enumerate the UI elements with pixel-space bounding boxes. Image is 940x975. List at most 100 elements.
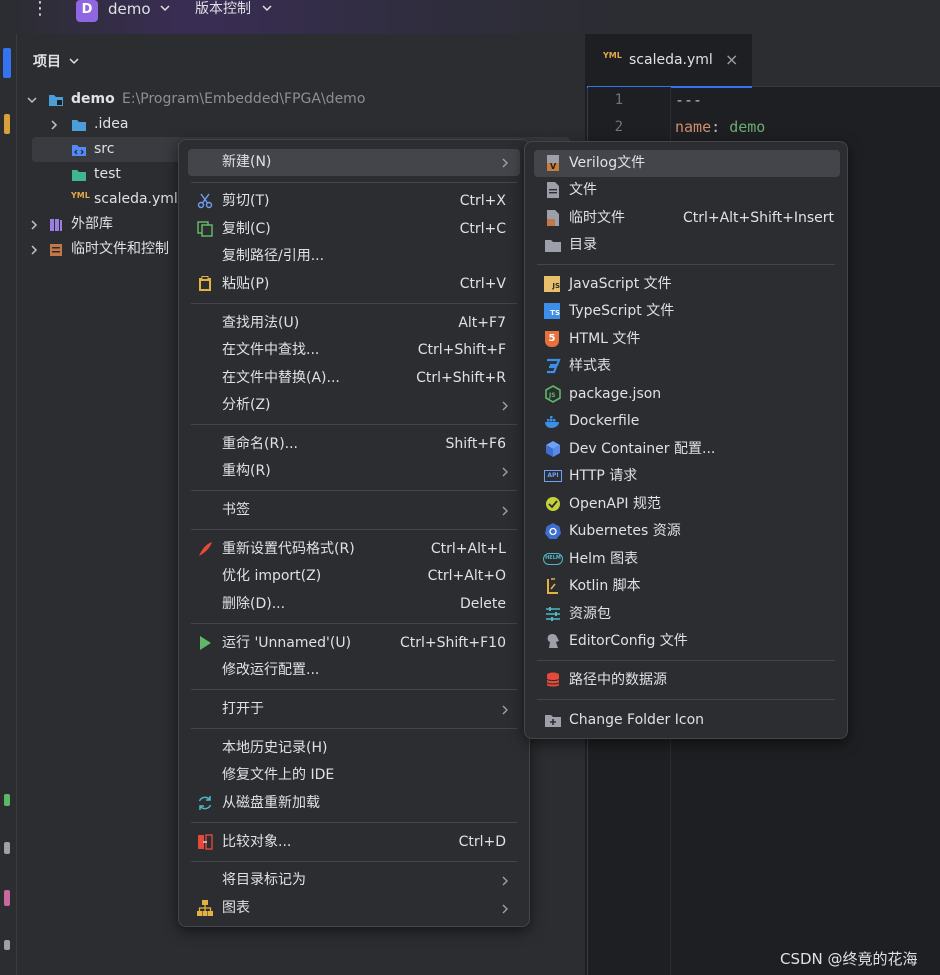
chevron-down-icon[interactable]: [68, 55, 80, 67]
submenu-item-package-json[interactable]: JS package.json: [534, 381, 840, 408]
project-name[interactable]: demo: [108, 0, 151, 20]
submenu-item-kubernetes[interactable]: Kubernetes 资源: [534, 518, 840, 545]
tree-label: 临时文件和控制: [71, 241, 169, 257]
submenu-item-stylesheet[interactable]: 样式表: [534, 353, 840, 380]
project-tool-icon[interactable]: [3, 48, 11, 78]
submenu-item-verilog-file[interactable]: V Verilog文件: [534, 150, 840, 177]
menu-item-local-history[interactable]: 本地历史记录(H): [188, 735, 520, 762]
chevron-down-icon[interactable]: [158, 1, 172, 15]
menu-separator: [191, 728, 517, 729]
submenu-item-resource-bundle[interactable]: 资源包: [534, 601, 840, 628]
submenu-item-change-folder-icon[interactable]: Change Folder Icon: [534, 707, 840, 734]
menu-separator: [191, 529, 517, 530]
project-badge-icon[interactable]: D: [76, 0, 98, 22]
chevron-down-icon[interactable]: [260, 1, 274, 15]
source-folder-icon: [72, 145, 86, 156]
main-menu-icon[interactable]: ⋮: [30, 0, 50, 22]
menu-item-bookmarks[interactable]: 书签: [188, 497, 520, 524]
submenu-item-html-file[interactable]: 5 HTML 文件: [534, 326, 840, 353]
code-line[interactable]: ---: [675, 91, 702, 109]
scratch-icon: [50, 244, 62, 256]
chevron-down-icon[interactable]: [26, 94, 38, 106]
menu-shortcut: Ctrl+V: [459, 276, 506, 292]
terminal-tool-icon[interactable]: [4, 842, 10, 854]
menu-label: 修复文件上的 IDE: [222, 767, 335, 783]
submenu-item-file[interactable]: 文件: [534, 177, 840, 204]
docker-icon: [545, 416, 559, 428]
panel-title[interactable]: 项目: [33, 51, 61, 71]
menu-label: Verilog文件: [569, 155, 646, 171]
menu-shortcut: Ctrl+C: [459, 221, 506, 237]
menu-item-copy[interactable]: 复制(C) Ctrl+C: [188, 216, 520, 243]
menu-item-diagrams[interactable]: 图表: [188, 895, 520, 922]
menu-item-paste[interactable]: 粘贴(P) Ctrl+V: [188, 271, 520, 298]
menu-item-mark-directory[interactable]: 将目录标记为: [188, 867, 520, 894]
menu-item-find-usages[interactable]: 查找用法(U) Alt+F7: [188, 310, 520, 337]
tree-label: src: [94, 141, 115, 157]
menu-label: Dev Container 配置...: [569, 441, 716, 457]
menu-item-replace-in-files[interactable]: 在文件中替换(A)... Ctrl+Shift+R: [188, 365, 520, 392]
submenu-item-dockerfile[interactable]: Dockerfile: [534, 408, 840, 435]
database-icon: [546, 672, 560, 687]
menu-item-reformat[interactable]: 重新设置代码格式(R) Ctrl+Alt+L: [188, 536, 520, 563]
menu-item-analyze[interactable]: 分析(Z): [188, 392, 520, 419]
folder-plus-icon: [545, 715, 561, 727]
menu-item-repair-ide[interactable]: 修复文件上的 IDE: [188, 762, 520, 789]
menu-item-reload-from-disk[interactable]: 从磁盘重新加载: [188, 790, 520, 817]
menu-label: OpenAPI 规范: [569, 496, 661, 512]
submenu-item-http-request[interactable]: API HTTP 请求: [534, 463, 840, 490]
menu-item-delete[interactable]: 删除(D)... Delete: [188, 591, 520, 618]
menu-label: 文件: [569, 182, 597, 198]
menu-item-optimize-imports[interactable]: 优化 import(Z) Ctrl+Alt+O: [188, 563, 520, 590]
menu-label: 粘贴(P): [222, 276, 270, 292]
tree-row-demo[interactable]: demo E:\Program\Embedded\FPGA\demo: [24, 87, 584, 112]
menu-separator: [537, 699, 835, 700]
menu-separator: [191, 822, 517, 823]
submenu-item-scratch-file[interactable]: 临时文件 Ctrl+Alt+Shift+Insert: [534, 205, 840, 232]
menu-item-run[interactable]: 运行 'Unnamed'(U) Ctrl+Shift+F10: [188, 630, 520, 657]
nodejs-icon: JS: [545, 385, 561, 403]
chevron-right-icon[interactable]: [28, 219, 40, 231]
menu-item-new[interactable]: 新建(N): [188, 149, 520, 176]
javascript-icon: JS: [544, 276, 560, 292]
menu-item-compare[interactable]: 比较对象... Ctrl+D: [188, 829, 520, 856]
menu-label: 书签: [222, 502, 250, 518]
menu-item-refactor[interactable]: 重构(R): [188, 458, 520, 485]
problems-tool-icon[interactable]: [4, 890, 10, 906]
submenu-item-openapi[interactable]: OpenAPI 规范: [534, 491, 840, 518]
yaml-file-icon: YML: [603, 51, 622, 60]
submenu-item-directory[interactable]: 目录: [534, 232, 840, 259]
run-icon: [200, 636, 211, 650]
submenu-item-editorconfig[interactable]: EditorConfig 文件: [534, 628, 840, 655]
run-tool-icon[interactable]: [4, 794, 10, 806]
submenu-item-kotlin-script[interactable]: Kotlin 脚本: [534, 573, 840, 600]
menu-item-cut[interactable]: 剪切(T) Ctrl+X: [188, 188, 520, 215]
structure-tool-icon[interactable]: [4, 114, 10, 134]
submenu-item-helm-chart[interactable]: HELM Helm 图表: [534, 546, 840, 573]
chevron-right-icon[interactable]: [28, 244, 40, 256]
menu-item-copy-path[interactable]: 复制路径/引用...: [188, 243, 520, 270]
submenu-item-javascript-file[interactable]: JS JavaScript 文件: [534, 271, 840, 298]
menu-label: 打开于: [222, 701, 264, 717]
menu-label: 将目录标记为: [222, 872, 306, 888]
hierarchy-icon: [197, 900, 213, 916]
menu-label: 目录: [569, 237, 597, 253]
code-line[interactable]: name: demo: [675, 118, 765, 136]
tree-row-idea[interactable]: .idea: [44, 112, 584, 137]
menu-label: 在文件中查找...: [222, 342, 320, 358]
chevron-right-icon[interactable]: [48, 119, 60, 131]
submenu-item-typescript-file[interactable]: TS TypeScript 文件: [534, 298, 840, 325]
menu-item-find-in-files[interactable]: 在文件中查找... Ctrl+Shift+F: [188, 337, 520, 364]
menu-label: 新建(N): [222, 154, 272, 170]
submenu-item-dev-container[interactable]: Dev Container 配置...: [534, 436, 840, 463]
new-submenu: V Verilog文件 文件 临时文件 Ctrl+Alt+Shift+Inser…: [524, 141, 848, 739]
submenu-item-data-source-in-path[interactable]: 路径中的数据源: [534, 667, 840, 694]
vcs-tool-icon[interactable]: [4, 940, 10, 950]
menu-label: 剪切(T): [222, 193, 270, 209]
menu-item-modify-run-config[interactable]: 修改运行配置...: [188, 657, 520, 684]
line-number: 1: [614, 92, 623, 108]
menu-item-rename[interactable]: 重命名(R)... Shift+F6: [188, 431, 520, 458]
close-icon[interactable]: ×: [725, 50, 738, 69]
vcs-widget[interactable]: 版本控制: [195, 0, 251, 20]
menu-item-open-in[interactable]: 打开于: [188, 696, 520, 723]
